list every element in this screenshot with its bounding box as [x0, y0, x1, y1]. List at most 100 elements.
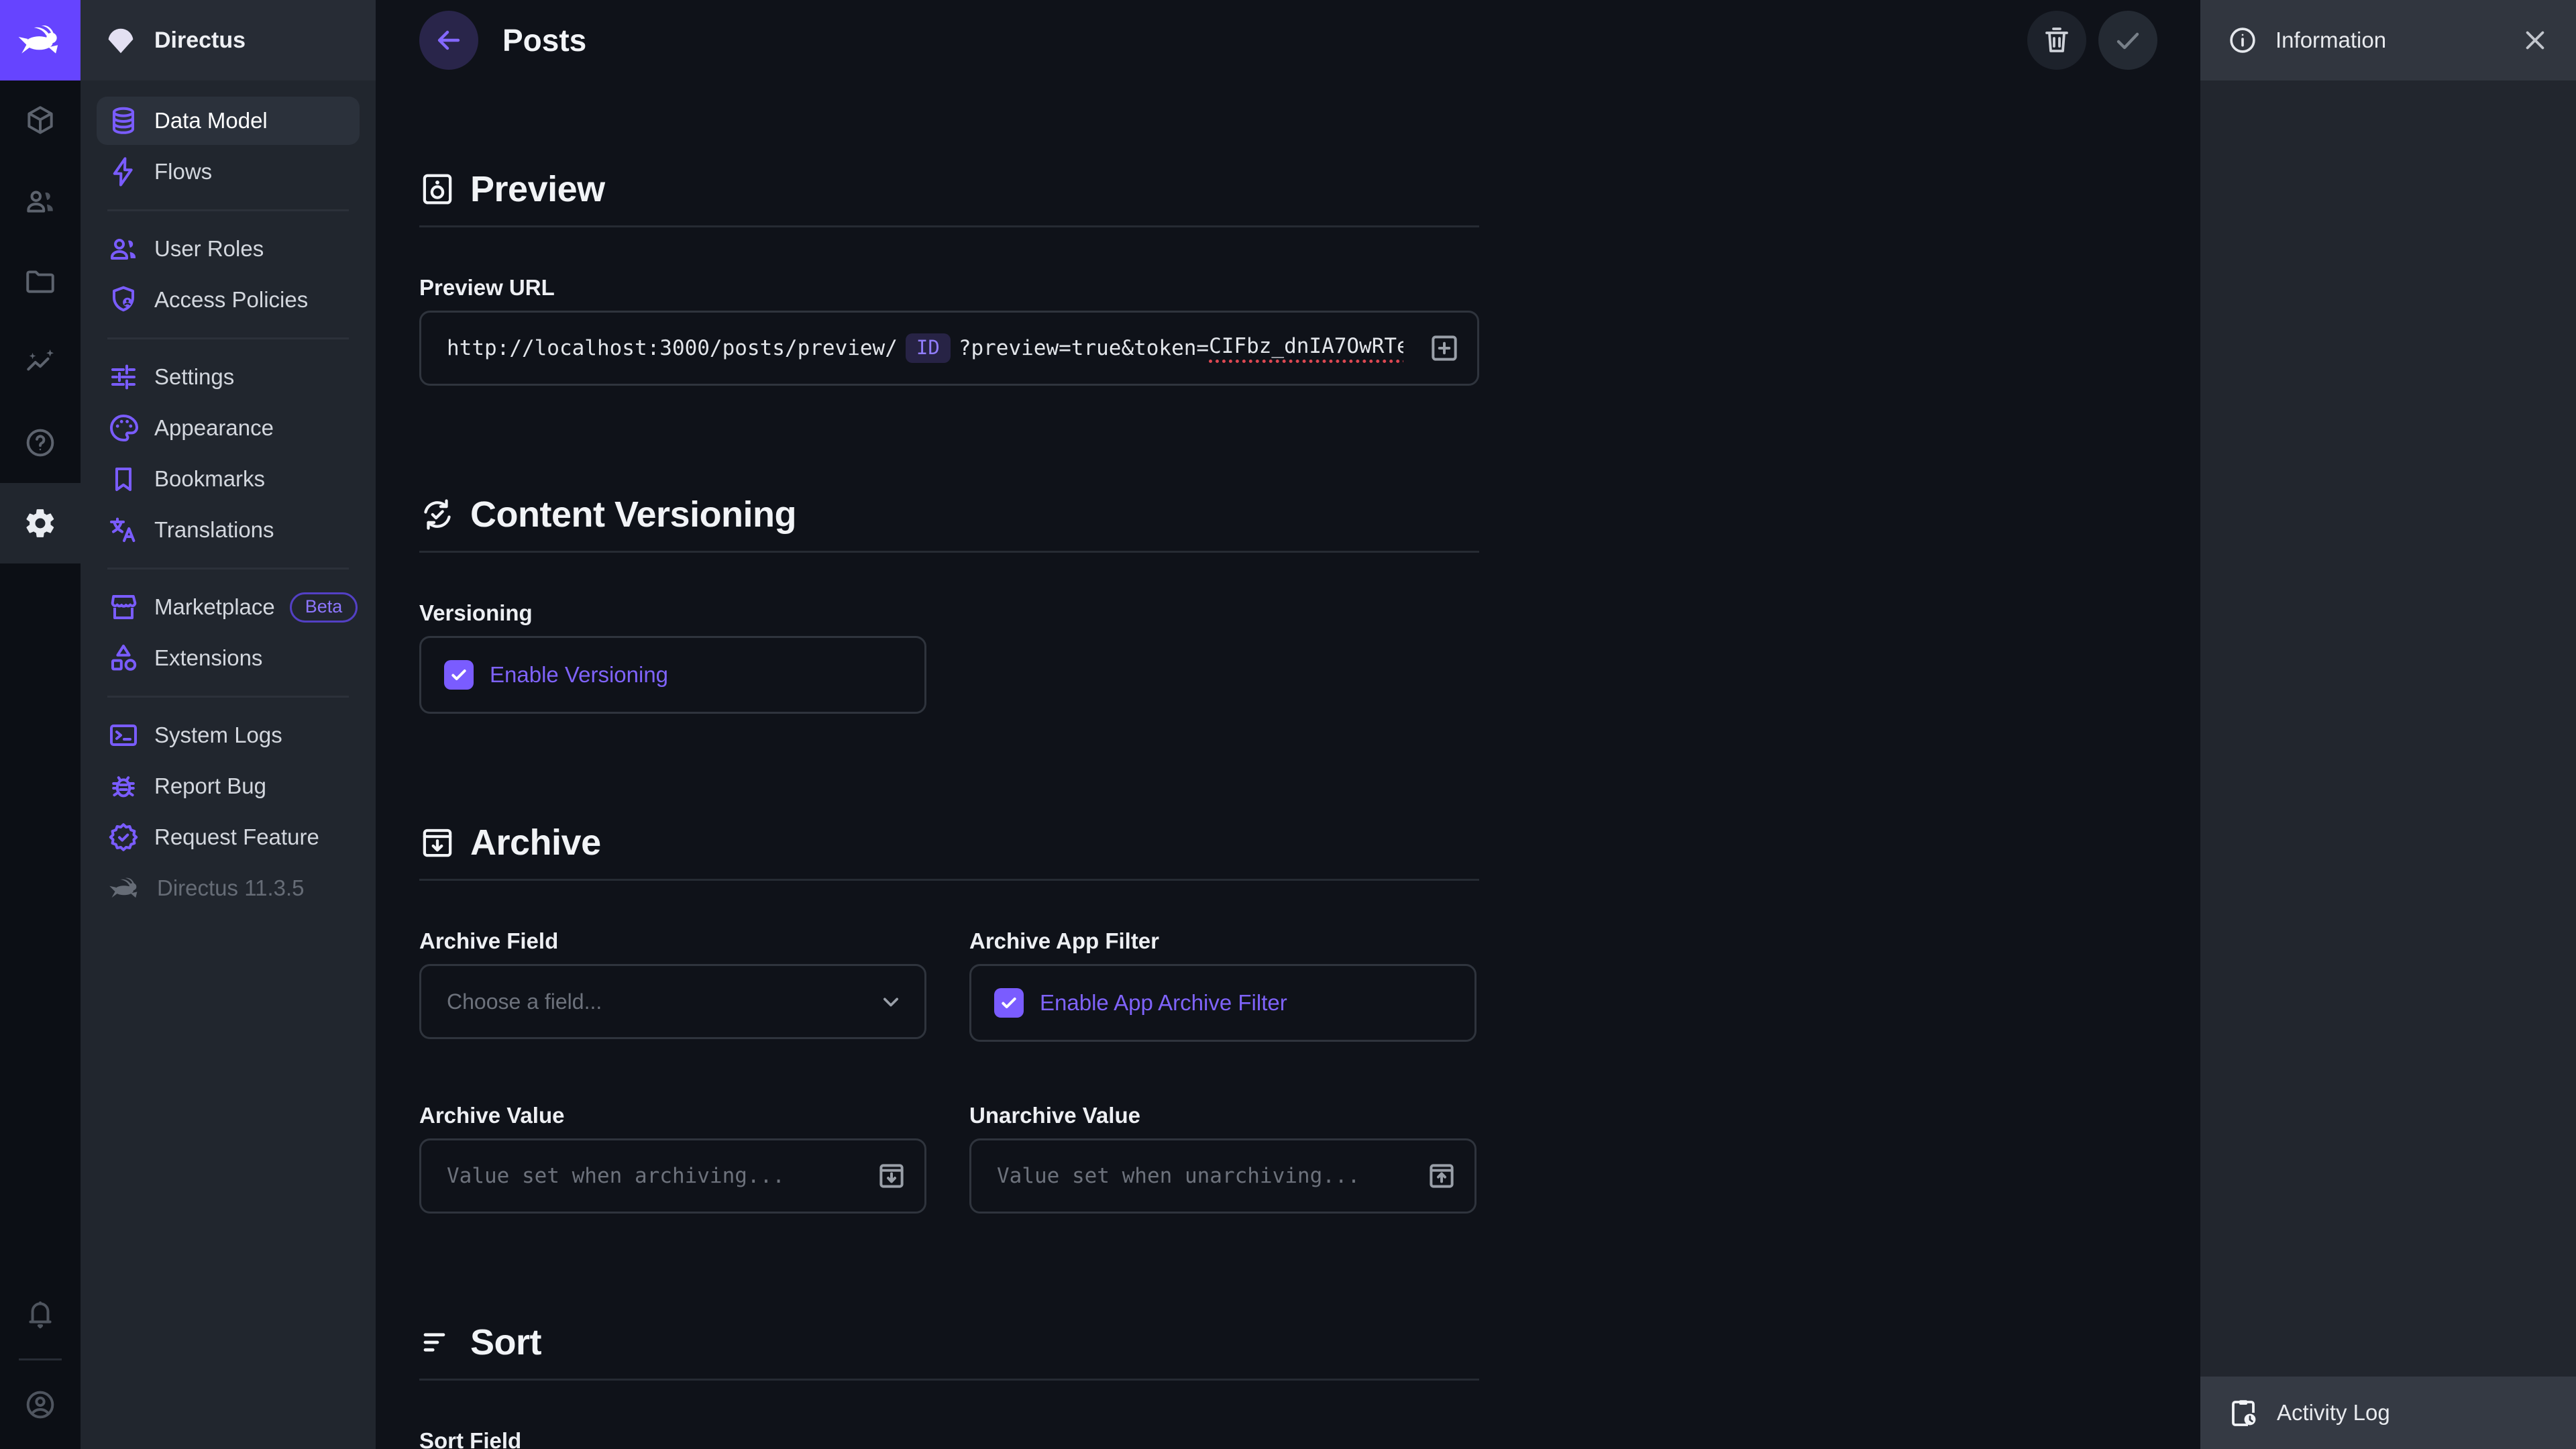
close-button[interactable]	[2521, 26, 2549, 54]
account-circle-icon	[23, 1388, 57, 1421]
insights-icon	[23, 345, 57, 379]
section-divider	[419, 551, 1479, 553]
enable-app-archive-filter-toggle[interactable]: Enable App Archive Filter	[969, 964, 1477, 1042]
directus-logo[interactable]	[0, 0, 80, 80]
module-settings[interactable]	[0, 483, 80, 564]
people-icon	[107, 233, 140, 265]
archive-value-label: Archive Value	[419, 1102, 926, 1129]
url-token: CIFbz_dnIA7OwRTewJFC79aQoDI	[1209, 334, 1403, 363]
sidebar-divider	[107, 337, 349, 339]
sidebar-item-label: Flows	[154, 159, 212, 184]
sidebar-item-marketplace[interactable]: Marketplace Beta	[97, 583, 360, 631]
settings-form: Preview Preview URL http://localhost:300…	[419, 80, 1479, 1449]
archive-icon	[419, 824, 455, 861]
sidebar-item-label: Translations	[154, 517, 274, 543]
database-icon	[107, 105, 140, 137]
section-title: Content Versioning	[470, 494, 796, 535]
info-icon	[2227, 25, 2258, 56]
archive-app-filter-label: Archive App Filter	[969, 928, 1477, 955]
docs-help-icon	[23, 426, 57, 460]
sidebar-item-label: Settings	[154, 364, 234, 390]
sidebar-item-label: Data Model	[154, 108, 268, 133]
project-name: Directus	[154, 28, 246, 54]
storefront-icon	[107, 591, 140, 623]
sidebar-item-label: Bookmarks	[154, 466, 265, 492]
account-button[interactable]	[0, 1364, 80, 1445]
sidebar-item-user-roles[interactable]: User Roles	[97, 225, 360, 273]
sidebar-item-request-feature[interactable]: Request Feature	[97, 813, 360, 861]
close-icon	[2521, 26, 2549, 54]
url-prefix: http://localhost:3000/posts/preview/	[447, 336, 898, 360]
page-header: Posts	[376, 0, 2200, 80]
activity-log-icon	[2227, 1397, 2259, 1429]
module-files[interactable]	[0, 241, 80, 322]
section-preview: Preview	[419, 168, 1479, 211]
archive-field-select[interactable]: Choose a field...	[419, 964, 926, 1039]
select-placeholder: Choose a field...	[447, 989, 602, 1014]
sidebar-divider	[107, 696, 349, 698]
module-users[interactable]	[0, 161, 80, 241]
url-suffix: ?preview=true&token=	[959, 336, 1209, 360]
sidebar-item-label: Report Bug	[154, 773, 266, 799]
section-divider	[419, 1379, 1479, 1381]
settings-gear-icon	[23, 506, 57, 540]
translate-icon	[107, 514, 140, 546]
preview-url-input[interactable]: http://localhost:3000/posts/preview/ ID …	[419, 311, 1479, 386]
id-variable-chip[interactable]: ID	[906, 333, 951, 363]
back-button[interactable]	[419, 11, 478, 70]
sidebar-item-system-logs[interactable]: System Logs	[97, 711, 360, 759]
checkbox-label: Enable App Archive Filter	[1040, 990, 1287, 1016]
unarchive-up-icon	[1425, 1159, 1458, 1193]
notifications-button[interactable]	[0, 1274, 80, 1354]
sidebar-item-appearance[interactable]: Appearance	[97, 404, 360, 452]
add-box-icon[interactable]	[1428, 331, 1461, 365]
unarchive-value-input[interactable]: Value set when unarchiving...	[969, 1138, 1477, 1214]
sidebar-item-translations[interactable]: Translations	[97, 506, 360, 554]
content-cube-icon	[23, 104, 57, 138]
sidebar-item-bookmarks[interactable]: Bookmarks	[97, 455, 360, 503]
beta-badge: Beta	[290, 592, 358, 623]
delete-button[interactable]	[2027, 11, 2086, 70]
sidebar: Directus Data Model Flows	[80, 0, 376, 1449]
unarchive-value-label: Unarchive Value	[969, 1102, 1477, 1129]
activity-log-button[interactable]: Activity Log	[2200, 1377, 2576, 1449]
bolt-icon	[107, 156, 140, 188]
terminal-icon	[107, 719, 140, 751]
sidebar-item-extensions[interactable]: Extensions	[97, 634, 360, 682]
sidebar-item-report-bug[interactable]: Report Bug	[97, 762, 360, 810]
section-title: Preview	[470, 168, 605, 210]
info-panel-header[interactable]: Information	[2200, 0, 2576, 80]
info-sidebar: Information Activity Log	[2200, 0, 2576, 1449]
project-header[interactable]: Directus	[80, 0, 376, 80]
section-title: Sort	[470, 1322, 541, 1363]
sidebar-item-data-model[interactable]: Data Model	[97, 97, 360, 145]
sort-field-label: Sort Field	[419, 1428, 1479, 1449]
input-placeholder: Value set when unarchiving...	[997, 1164, 1360, 1188]
module-insights[interactable]	[0, 322, 80, 402]
enable-versioning-toggle[interactable]: Enable Versioning	[419, 636, 926, 714]
tune-icon	[107, 361, 140, 393]
module-docs[interactable]	[0, 402, 80, 483]
published-with-changes-icon	[419, 496, 455, 533]
sidebar-item-label: Access Policies	[154, 287, 308, 313]
bug-icon	[107, 770, 140, 802]
module-bar-divider	[19, 1358, 62, 1360]
versioning-label: Versioning	[419, 600, 1479, 627]
sidebar-item-settings[interactable]: Settings	[97, 353, 360, 401]
sidebar-item-label: Request Feature	[154, 824, 319, 850]
main-area: Posts	[376, 0, 2200, 1449]
files-folder-icon	[23, 265, 57, 299]
trash-icon	[2041, 24, 2073, 56]
checkbox-checked-icon	[994, 988, 1024, 1018]
preview-icon	[419, 171, 455, 207]
activity-log-label: Activity Log	[2277, 1400, 2390, 1426]
archive-down-icon	[875, 1159, 908, 1193]
archive-value-input[interactable]: Value set when archiving...	[419, 1138, 926, 1214]
sort-icon	[419, 1324, 455, 1360]
module-content[interactable]	[0, 80, 80, 161]
save-button[interactable]	[2098, 11, 2157, 70]
version-label: Directus 11.3.5	[157, 875, 305, 901]
sidebar-item-access-policies[interactable]: Access Policies	[97, 276, 360, 324]
section-content-versioning: Content Versioning	[419, 493, 1479, 536]
sidebar-item-flows[interactable]: Flows	[97, 148, 360, 196]
